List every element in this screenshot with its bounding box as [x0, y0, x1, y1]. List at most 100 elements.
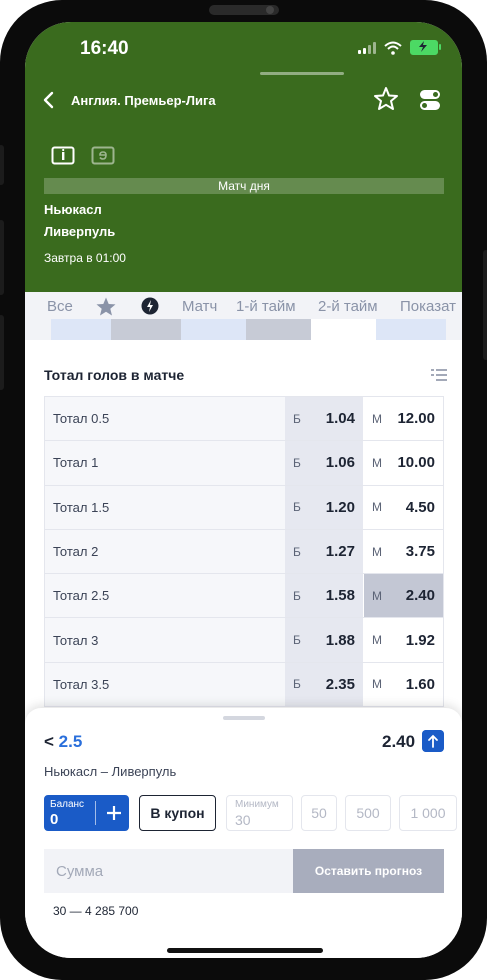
- quick-amount-button[interactable]: 1 000: [399, 795, 457, 831]
- odd-over-cell[interactable]: Б 1.04: [285, 397, 363, 441]
- odd-under-cell[interactable]: М 10.00: [364, 441, 444, 485]
- add-to-coupon-button[interactable]: В купон: [139, 795, 216, 831]
- league-title: Англия. Премьер-Лига: [71, 93, 216, 108]
- tab-show[interactable]: Показат: [400, 298, 456, 315]
- over-odd: 1.88: [325, 631, 355, 649]
- over-label: Б: [293, 633, 301, 648]
- tab-all[interactable]: Все: [47, 298, 73, 315]
- table-row: Тотал 0.5 Б 1.04 М 12.00: [44, 397, 444, 442]
- row-total-name: Тотал 2.5: [44, 574, 285, 618]
- amount-input[interactable]: [44, 849, 293, 893]
- match-header: 16:40 Англия. Премьер-Лига Матч дня Ньюк…: [25, 22, 462, 292]
- home-indicator: [167, 948, 323, 953]
- bet-slip: < 2.5 2.40 Ньюкасл – Ливерпуль Баланс 0 …: [25, 708, 462, 958]
- wifi-icon: [384, 41, 402, 55]
- tab-second-half[interactable]: 2-й тайм: [318, 298, 378, 315]
- scrolled-cell: [111, 319, 181, 340]
- market-tabs: Все Матч 1-й тайм 2-й тайм Показат: [25, 292, 462, 340]
- over-odd: 1.06: [325, 454, 355, 472]
- table-row: Тотал 1 Б 1.06 М 10.00: [44, 441, 444, 486]
- stake-range: 30 — 4 285 700: [53, 904, 139, 918]
- over-odd: 1.20: [325, 498, 355, 516]
- arrow-up-icon: [422, 730, 444, 752]
- row-total-name: Тотал 1: [44, 441, 285, 485]
- odd-under-cell[interactable]: М 3.75: [364, 529, 444, 574]
- under-label: М: [372, 411, 382, 426]
- odd-under-cell[interactable]: М 1.92: [364, 618, 444, 662]
- odd-over-cell[interactable]: Б 1.58: [285, 574, 363, 618]
- selection-total: < 2.5: [44, 732, 82, 752]
- odd-over-cell[interactable]: Б 1.20: [285, 485, 363, 529]
- tab-match[interactable]: Матч: [182, 298, 217, 315]
- min-amount-button[interactable]: Минимум 30: [226, 795, 293, 831]
- balance-value: 0: [50, 811, 59, 828]
- odd-under-cell[interactable]: М 1.60: [364, 662, 444, 707]
- row-total-name: Тотал 0.5: [44, 397, 285, 441]
- odd-under-cell[interactable]: М 4.50: [364, 485, 444, 529]
- back-arrow-icon[interactable]: [39, 88, 59, 112]
- odd-under-cell[interactable]: М 2.40: [364, 574, 444, 618]
- quick-amount-button[interactable]: 50: [301, 795, 337, 831]
- submit-prediction-button[interactable]: Оставить прогноз: [293, 849, 444, 893]
- over-label: Б: [293, 500, 301, 515]
- over-label: Б: [293, 544, 301, 559]
- team-away: Ливерпуль: [44, 224, 116, 239]
- under-label: М: [372, 455, 382, 470]
- under-label: М: [372, 677, 382, 692]
- tab-favorites-star-icon[interactable]: [95, 296, 117, 318]
- front-camera: [266, 6, 274, 14]
- table-row: Тотал 2 Б 1.27 М 3.75: [44, 529, 444, 575]
- plus-icon[interactable]: [101, 798, 127, 828]
- odd-over-cell[interactable]: Б 1.27: [285, 529, 363, 574]
- table-row: Тотал 2.5 Б 1.58 М 2.40: [44, 574, 444, 619]
- phone-frame: 16:40 Англия. Премьер-Лига Матч дня Ньюк…: [0, 0, 487, 980]
- row-total-name: Тотал 2: [44, 529, 285, 574]
- favorite-star-icon[interactable]: [373, 86, 399, 112]
- over-label: Б: [293, 411, 301, 426]
- volume-down-button: [0, 315, 4, 390]
- row-total-name: Тотал 1.5: [44, 485, 285, 529]
- scrolled-cell: [376, 319, 446, 340]
- under-label: М: [372, 588, 382, 603]
- power-button: [483, 250, 487, 360]
- row-total-name: Тотал 3: [44, 618, 285, 662]
- sheet-grabber[interactable]: [223, 716, 265, 720]
- table-row: Тотал 1.5 Б 1.20 М 4.50: [44, 485, 444, 530]
- over-odd: 1.04: [325, 410, 355, 428]
- tab-first-half[interactable]: 1-й тайм: [236, 298, 296, 315]
- team-home: Ньюкасл: [44, 202, 102, 217]
- filter-list-icon[interactable]: [431, 368, 447, 382]
- under-odd: 10.00: [397, 454, 435, 472]
- selection-match: Ньюкасл – Ливерпуль: [44, 764, 177, 779]
- over-label: Б: [293, 588, 301, 603]
- under-odd: 2.40: [405, 587, 435, 605]
- tv-stream-icon[interactable]: [51, 146, 75, 165]
- table-row: Тотал 3 Б 1.88 М 1.92: [44, 618, 444, 663]
- under-label: М: [372, 500, 382, 515]
- battery-icon: [410, 40, 441, 55]
- under-odd: 1.60: [405, 675, 435, 693]
- table-row: Тотал 3.5 Б 2.35 М 1.60: [44, 662, 444, 708]
- scrolled-cell: [311, 319, 376, 340]
- signal-icon: [358, 41, 376, 54]
- quick-amount-button[interactable]: 500: [345, 795, 391, 831]
- min-label: Минимум: [235, 799, 279, 810]
- odd-over-cell[interactable]: Б 1.06: [285, 441, 363, 485]
- status-icons: [358, 40, 441, 55]
- over-label: Б: [293, 455, 301, 470]
- min-value: 30: [235, 812, 251, 828]
- selection-value: 2.5: [58, 732, 83, 751]
- odds-table: Тотал 0.5 Б 1.04 М 12.00 Тотал 1 Б 1.06 М 10.00 То…: [44, 396, 444, 708]
- odd-over-cell[interactable]: Б 1.88: [285, 618, 363, 662]
- selection-odd: 2.40: [382, 732, 416, 751]
- under-label: М: [372, 544, 382, 559]
- settings-toggle-icon[interactable]: [419, 88, 441, 112]
- e-stream-icon[interactable]: [91, 146, 115, 165]
- row-total-name: Тотал 3.5: [44, 662, 285, 707]
- under-odd: 3.75: [405, 543, 435, 561]
- under-odd: 12.00: [397, 410, 435, 428]
- odd-under-cell[interactable]: М 12.00: [364, 397, 444, 441]
- tab-popular-icon[interactable]: [141, 297, 159, 315]
- balance-widget[interactable]: Баланс 0: [44, 795, 129, 831]
- odd-over-cell[interactable]: Б 2.35: [285, 662, 363, 707]
